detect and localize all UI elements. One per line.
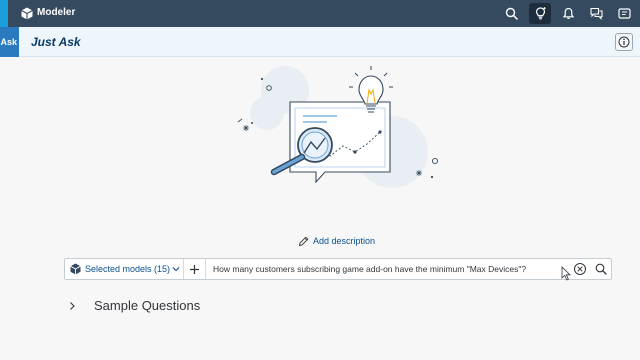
question-input[interactable]: How many customers subscribing game add-… [213,264,526,274]
cube-icon [21,7,33,20]
pencil-icon [298,236,309,246]
search-button[interactable] [500,3,522,24]
shell-bar: Modeler [0,0,640,27]
model-selector[interactable]: Selected models (15) [65,259,184,279]
sample-questions-toggle[interactable]: Sample Questions [66,296,200,316]
mouse-cursor-icon [561,266,571,281]
sample-questions-title: Sample Questions [94,298,201,313]
model-selector-label: Selected models (15) [85,264,171,274]
cube-icon [70,263,81,275]
notifications-button[interactable] [557,3,579,24]
info-icon [618,36,630,48]
info-button[interactable] [615,33,633,51]
plus-icon [190,264,199,274]
bell-icon [562,7,574,19]
page-title: Just Ask [31,35,81,49]
feedback-button[interactable] [585,3,607,24]
search-icon[interactable] [594,262,608,276]
ask-tab[interactable]: Ask [0,27,19,57]
just-ask-button[interactable] [529,3,551,24]
help-icon [617,8,631,19]
chevron-right-icon [70,302,75,310]
lightbulb-icon [535,7,546,20]
app-title: Modeler [37,7,76,18]
chevron-down-icon [172,267,180,272]
feedback-icon [589,7,603,20]
query-bar: Selected models (15) How many customers … [64,258,612,280]
add-description-label: Add description [313,236,376,246]
empty-state-illustration [237,66,439,188]
help-button[interactable] [613,3,635,24]
clear-icon[interactable] [573,262,587,276]
search-icon [505,7,518,20]
sap-logo[interactable] [0,0,8,27]
page-header: Ask Just Ask [0,27,640,57]
add-description-link[interactable]: Add description [298,234,375,248]
add-model-button[interactable] [184,259,206,279]
